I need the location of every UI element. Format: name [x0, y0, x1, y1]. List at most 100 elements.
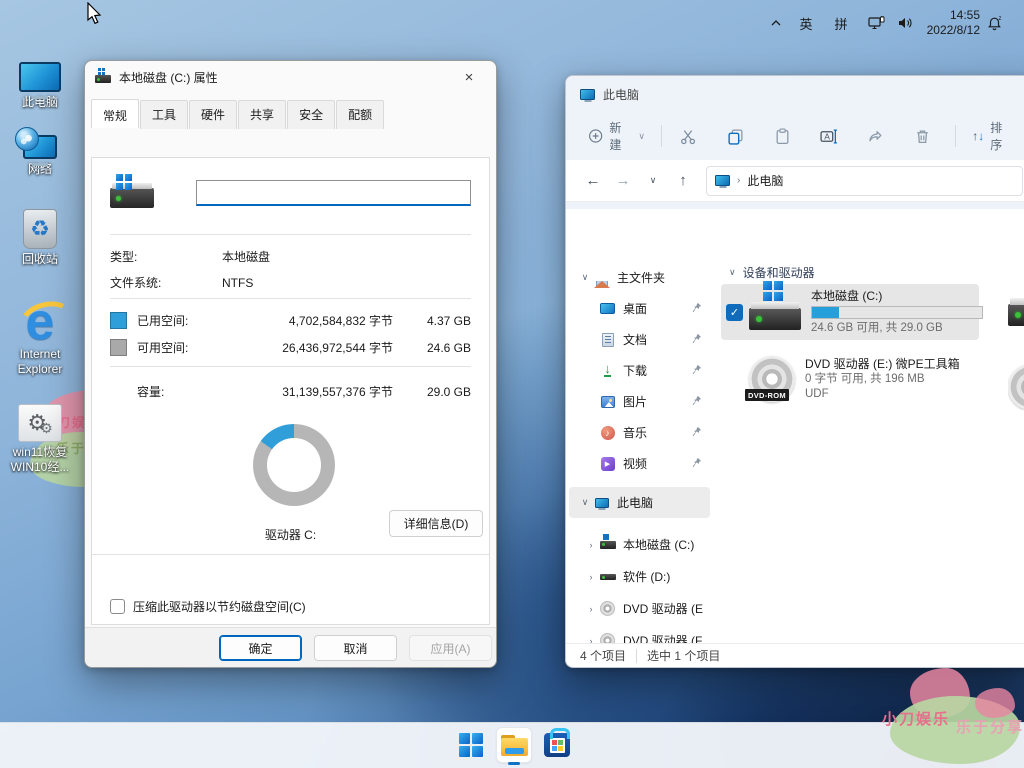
watermark-brand: 小刀娱乐: [882, 708, 950, 729]
nav-item-pictures[interactable]: 图片: [569, 386, 710, 417]
forward-button[interactable]: →: [608, 172, 638, 189]
watermark-slogan: 乐于分享: [956, 716, 1024, 737]
cut-button[interactable]: [670, 121, 707, 151]
chevron-right-icon[interactable]: ›: [583, 572, 599, 582]
desktop-icon-network[interactable]: 网络: [2, 115, 78, 178]
nav-item-documents[interactable]: 文档: [569, 324, 710, 355]
dvd-drive-icon: [599, 601, 616, 617]
nav-item-dvd-f[interactable]: › DVD 驱动器 (F: [569, 625, 710, 643]
breadcrumb[interactable]: 此电脑: [747, 172, 783, 189]
tray-show-hidden[interactable]: [763, 0, 789, 46]
recent-locations-button[interactable]: ∨: [638, 175, 668, 186]
rename-button[interactable]: A: [811, 121, 848, 151]
drive-c-icon: [749, 308, 801, 330]
pin-icon: [691, 364, 702, 375]
compress-checkbox[interactable]: [110, 599, 125, 614]
drive-c-icon: [95, 75, 111, 83]
start-button[interactable]: [453, 727, 489, 763]
explorer-titlebar[interactable]: 此电脑: [566, 76, 1024, 112]
ime-language-button[interactable]: 英: [793, 0, 819, 46]
close-button[interactable]: ×: [452, 65, 486, 89]
explorer-toolbar: 新建 ∨ A: [566, 112, 1024, 160]
capacity-row: 容量: 31,139,557,376 字节 29.0 GB: [110, 383, 471, 400]
tab-tools[interactable]: 工具: [140, 100, 188, 129]
nav-item-desktop[interactable]: 桌面: [569, 293, 710, 324]
chevron-down-icon[interactable]: ∨: [577, 272, 593, 283]
address-bar[interactable]: › 此电脑: [706, 166, 1023, 196]
home-icon: [593, 270, 610, 286]
tab-general[interactable]: 常规: [91, 99, 139, 128]
sort-icon: ↑↓: [972, 129, 984, 143]
drive-tile-partial[interactable]: [1008, 296, 1024, 326]
delete-button[interactable]: [904, 121, 941, 151]
close-icon: ×: [465, 69, 474, 86]
nav-item-music[interactable]: ♪ 音乐: [569, 417, 710, 448]
tab-sharing[interactable]: 共享: [238, 100, 286, 129]
nav-item-home[interactable]: ∨ 主文件夹: [569, 262, 710, 293]
desktop-icon-label: 回收站: [22, 252, 58, 267]
cancel-button[interactable]: 取消: [314, 635, 397, 661]
chevron-down-icon[interactable]: ∨: [577, 497, 593, 508]
nav-item-dvd-e[interactable]: › DVD 驱动器 (E: [569, 593, 710, 624]
tab-quota[interactable]: 配额: [336, 100, 384, 129]
share-button[interactable]: [857, 121, 894, 151]
free-space-row: 可用空间: 26,436,972,544 字节 24.6 GB: [110, 339, 471, 356]
paste-button[interactable]: [764, 121, 801, 151]
drive-tile-local-disk-c[interactable]: ✓ 本地磁盘 (C:) 24.6 GB 可用, 共 29.0 GB: [721, 284, 979, 340]
details-button[interactable]: 详细信息(D): [389, 510, 483, 537]
selection-checkbox[interactable]: ✓: [726, 304, 743, 321]
section-header-devices-and-drives[interactable]: ∨ 设备和驱动器: [729, 264, 1024, 281]
volume-label-input[interactable]: [196, 180, 471, 206]
properties-dialog: 本地磁盘 (C:) 属性 × 常规 工具 硬件 共享 安全 配额 类型:本地磁盘…: [84, 60, 497, 668]
new-button[interactable]: 新建 ∨: [580, 113, 653, 159]
desktop-icon-this-pc[interactable]: 此电脑: [2, 48, 78, 111]
dialog-title: 本地磁盘 (C:) 属性: [119, 69, 218, 86]
volume-tray-button[interactable]: [892, 0, 918, 46]
pictures-folder-icon: [599, 394, 616, 410]
clock-tray-button[interactable]: 14:55 2022/8/12: [918, 0, 980, 46]
taskbar-microsoft-store[interactable]: [539, 727, 575, 763]
drive-c-icon-large: [110, 174, 154, 208]
nav-item-drive-d[interactable]: › 软件 (D:): [569, 561, 710, 592]
desktop-icon-recycle-bin[interactable]: ♻ 回收站: [2, 205, 78, 268]
nav-item-this-pc[interactable]: ∨ 此电脑: [569, 487, 710, 518]
compress-checkbox-row[interactable]: 压缩此驱动器以节约磁盘空间(C): [110, 598, 471, 615]
tab-security[interactable]: 安全: [287, 100, 335, 129]
tab-hardware[interactable]: 硬件: [189, 100, 237, 129]
drive-tile-partial[interactable]: [1008, 364, 1024, 410]
disk-usage-bar: [811, 306, 983, 319]
chevron-right-icon[interactable]: ›: [583, 636, 599, 644]
network-icon: [868, 16, 885, 31]
drive-name: 本地磁盘 (C:): [811, 289, 983, 304]
nav-item-drive-c[interactable]: › 本地磁盘 (C:): [569, 529, 710, 560]
pin-icon: [691, 457, 702, 468]
dialog-titlebar[interactable]: 本地磁盘 (C:) 属性 ×: [85, 61, 496, 93]
disk-usage-donut: [253, 424, 335, 506]
notification-center-button[interactable]: z: [980, 0, 1010, 46]
toolbar-divider: [955, 125, 956, 147]
windows-logo-icon: [459, 733, 483, 757]
back-button[interactable]: ←: [578, 172, 608, 189]
copy-button[interactable]: [717, 121, 754, 151]
apply-button[interactable]: 应用(A): [409, 635, 492, 661]
svg-text:z: z: [998, 16, 1001, 22]
pin-icon: [691, 395, 702, 406]
chevron-right-icon[interactable]: ›: [583, 540, 599, 550]
drive-caption: 0 字节 可用, 共 196 MB: [805, 372, 960, 387]
nav-item-videos[interactable]: ▶ 视频: [569, 448, 710, 479]
screen: 小刀娱乐 乐于分享 此电脑 网络 ♻ 回收站 e Internet Explor…: [0, 0, 1024, 768]
chevron-right-icon[interactable]: ›: [583, 604, 599, 614]
desktop-icon-win11-restore[interactable]: ⚙⚙ win11恢复 WIN10经...: [2, 398, 78, 476]
desktop-icon-internet-explorer[interactable]: e Internet Explorer: [2, 292, 78, 378]
nav-item-downloads[interactable]: ↓ 下载: [569, 355, 710, 386]
desktop-icon-label: Internet Explorer: [4, 347, 76, 377]
ime-mode-button[interactable]: 拼: [828, 0, 854, 46]
clipboard-icon: [774, 128, 791, 145]
rename-icon: A: [820, 128, 838, 145]
network-tray-button[interactable]: [862, 0, 890, 46]
ok-button[interactable]: 确定: [219, 635, 302, 661]
drive-tile-dvd-e[interactable]: DVD-ROM DVD 驱动器 (E:) 微PE工具箱 0 字节 可用, 共 1…: [721, 350, 979, 408]
taskbar-file-explorer[interactable]: [496, 727, 532, 763]
up-button[interactable]: ↑: [668, 172, 698, 189]
sort-button[interactable]: ↑↓ 排序: [964, 113, 1021, 159]
